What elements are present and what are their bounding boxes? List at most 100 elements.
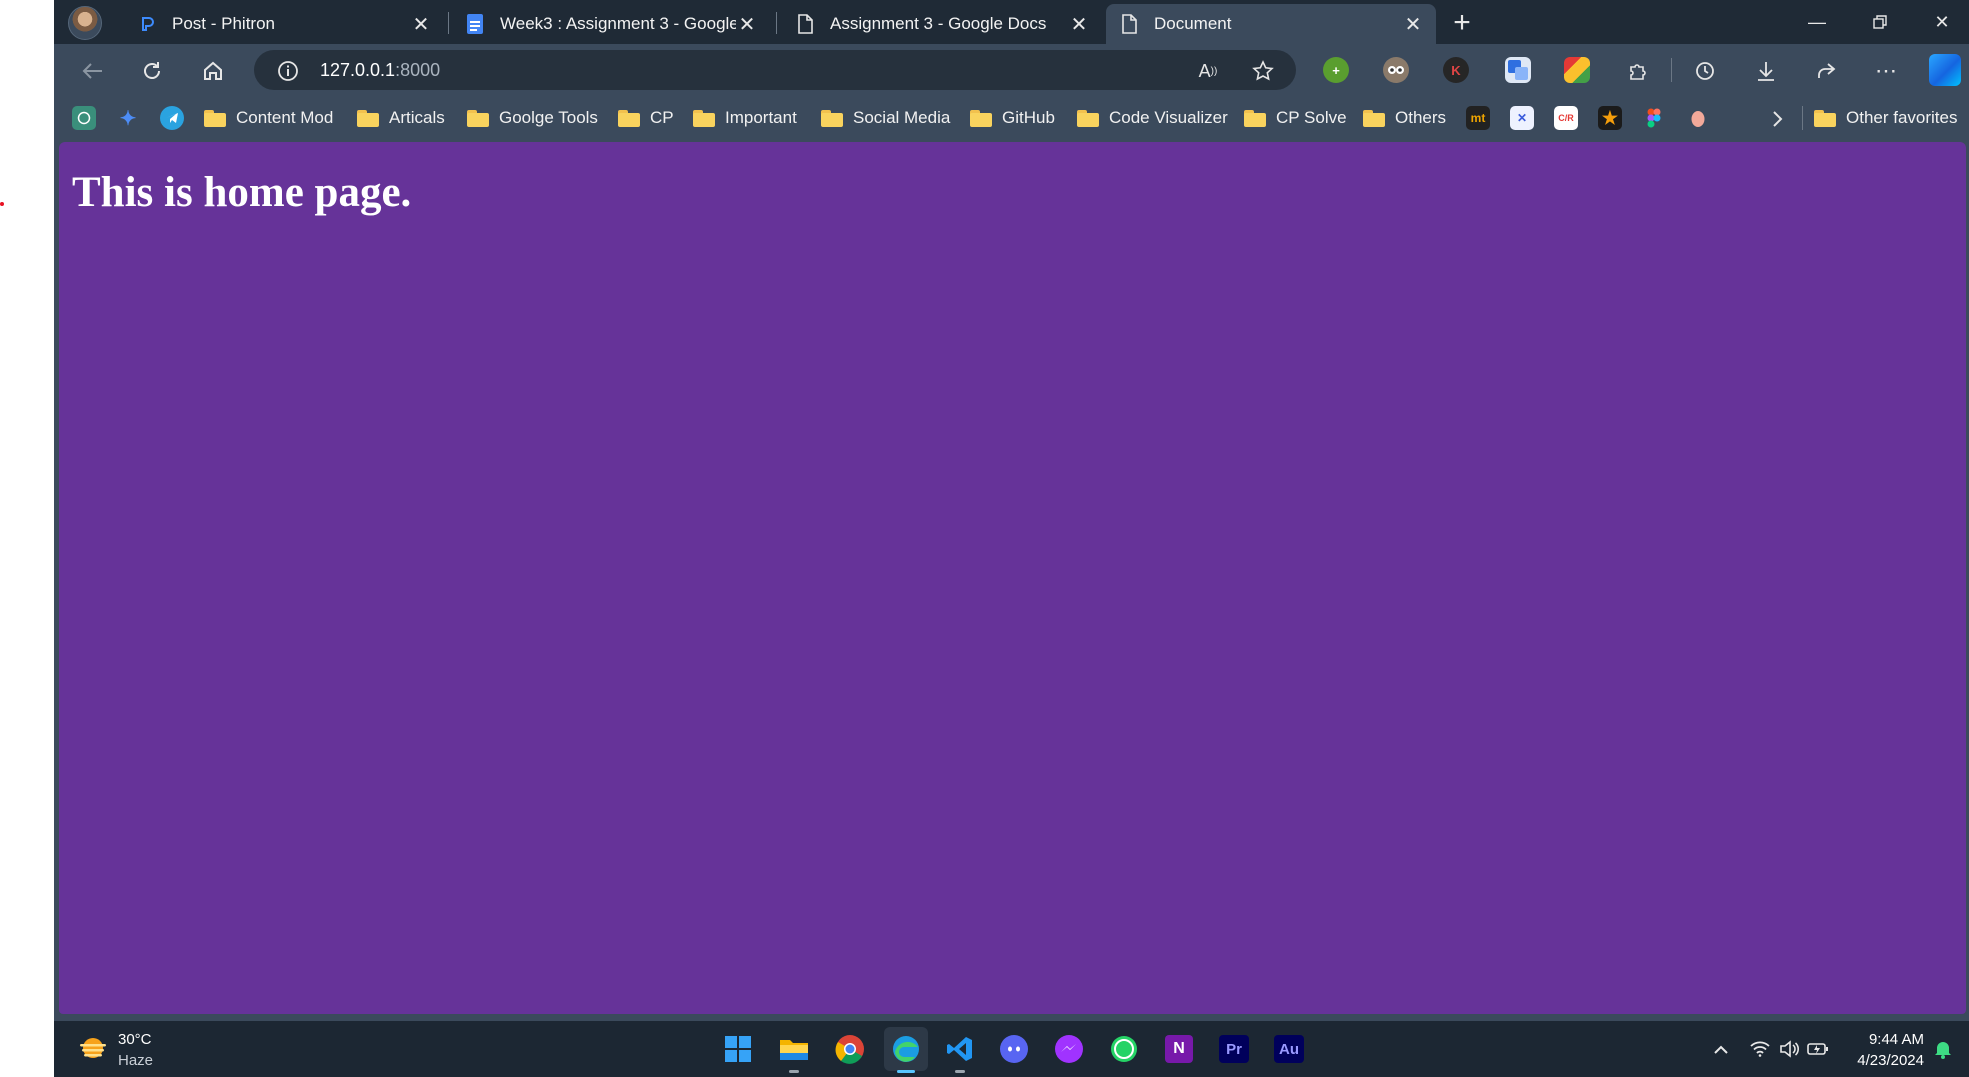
folder-icon: [1077, 109, 1099, 127]
profile-avatar[interactable]: [68, 6, 102, 40]
downloads-icon[interactable]: [1751, 56, 1781, 86]
extension-colorful-icon[interactable]: [1564, 57, 1590, 83]
bookmark-label: Code Visualizer: [1109, 108, 1228, 127]
chevron-right-icon[interactable]: [1762, 104, 1792, 134]
onenote-icon[interactable]: N: [1161, 1031, 1197, 1067]
bookmark-egg-icon[interactable]: [1686, 106, 1710, 130]
figma-icon[interactable]: [1642, 106, 1666, 130]
bookmark-folder[interactable]: Articals: [357, 104, 445, 132]
document-icon: [1118, 13, 1140, 35]
discord-icon[interactable]: [996, 1031, 1032, 1067]
tab-document-active[interactable]: Document ✕: [1106, 4, 1436, 44]
telegram-icon[interactable]: [160, 106, 184, 130]
premiere-pro-icon[interactable]: Pr: [1216, 1031, 1252, 1067]
chrome-icon[interactable]: [832, 1031, 868, 1067]
bookmark-folder[interactable]: Content Mod: [204, 104, 333, 132]
bookmark-folder[interactable]: Others: [1363, 104, 1446, 132]
notification-bell-icon[interactable]: [1930, 1036, 1956, 1062]
folder-icon: [821, 109, 843, 127]
bookmark-star-icon[interactable]: ★: [1598, 106, 1622, 130]
history-icon[interactable]: [1690, 56, 1720, 86]
favorite-star-icon[interactable]: [1248, 56, 1278, 86]
bookmark-folder[interactable]: Important: [693, 104, 797, 132]
new-tab-plus-icon[interactable]: +: [1449, 8, 1475, 38]
folder-icon: [970, 109, 992, 127]
folder-icon: [467, 109, 489, 127]
running-indicator: [955, 1070, 965, 1073]
tab-week3-assignment[interactable]: Week3 : Assignment 3 - Google Docs ✕: [452, 4, 770, 44]
close-icon[interactable]: ✕: [736, 13, 758, 36]
minimize-icon[interactable]: —: [1802, 8, 1832, 36]
extension-plus-icon[interactable]: +: [1323, 57, 1349, 83]
weather-condition[interactable]: Haze: [118, 1052, 153, 1069]
more-menu-icon[interactable]: ⋯: [1871, 56, 1901, 86]
weather-temperature[interactable]: 30°C: [118, 1031, 152, 1048]
volume-icon[interactable]: [1776, 1036, 1802, 1062]
haze-weather-icon[interactable]: [78, 1036, 108, 1062]
bookmark-folder[interactable]: Social Media: [821, 104, 950, 132]
address-host: 127.0.0.1: [320, 60, 396, 80]
site-info-icon[interactable]: [273, 56, 303, 86]
home-icon[interactable]: [198, 56, 228, 86]
extension-translate-icon[interactable]: [1505, 57, 1531, 83]
bookmark-label: CP Solve: [1276, 108, 1347, 127]
whatsapp-icon[interactable]: [1106, 1031, 1142, 1067]
tab-title: Post - Phitron: [172, 14, 275, 33]
page-viewport: [59, 142, 1966, 1014]
folder-icon: [204, 109, 226, 127]
folder-icon: [1363, 109, 1385, 127]
page-heading: This is home page.: [72, 169, 412, 216]
bookmark-folder[interactable]: GitHub: [970, 104, 1055, 132]
tab-title: Assignment 3 - Google Docs: [830, 14, 1047, 33]
windows-start-icon[interactable]: [720, 1031, 756, 1067]
premiere-label: Pr: [1219, 1035, 1249, 1063]
bookmark-cr-icon[interactable]: C/R: [1554, 106, 1578, 130]
bookmark-label: Other favorites: [1846, 108, 1958, 127]
extensions-puzzle-icon[interactable]: [1623, 56, 1653, 86]
folder-icon: [693, 109, 715, 127]
address-url[interactable]: 127.0.0.1:8000: [320, 60, 440, 81]
other-favorites-folder[interactable]: Other favorites: [1814, 104, 1958, 132]
folder-icon: [1244, 109, 1266, 127]
close-icon[interactable]: ✕: [410, 13, 432, 36]
active-indicator: [897, 1070, 915, 1073]
tab-assignment3-docs[interactable]: Assignment 3 - Google Docs ✕: [782, 4, 1102, 44]
bookmark-folder[interactable]: CP: [618, 104, 674, 132]
wifi-icon[interactable]: [1747, 1036, 1773, 1062]
close-icon[interactable]: ✕: [1068, 13, 1090, 36]
chevron-up-icon[interactable]: [1708, 1036, 1734, 1062]
clock-time[interactable]: 9:44 AM: [1848, 1031, 1924, 1048]
phitron-icon: [136, 13, 158, 35]
back-arrow-icon[interactable]: [77, 56, 107, 86]
edge-icon[interactable]: [884, 1027, 928, 1071]
copilot-icon[interactable]: [1929, 54, 1961, 86]
tab-post-phitron[interactable]: Post - Phitron ✕: [124, 4, 444, 44]
share-icon[interactable]: [1811, 56, 1841, 86]
bookmark-mt-icon[interactable]: mt: [1466, 106, 1490, 130]
google-docs-icon: [464, 13, 486, 35]
audition-icon[interactable]: Au: [1271, 1031, 1307, 1067]
bookmark-label: Important: [725, 108, 797, 127]
refresh-icon[interactable]: [137, 56, 167, 86]
chatgpt-icon[interactable]: [72, 106, 96, 130]
restore-icon[interactable]: [1865, 8, 1895, 36]
document-icon: [794, 13, 816, 35]
file-explorer-icon[interactable]: [776, 1031, 812, 1067]
bookmark-x-tool-icon[interactable]: ✕: [1510, 106, 1534, 130]
address-port: :8000: [395, 60, 441, 80]
close-icon[interactable]: ✕: [1402, 13, 1424, 36]
clock-date[interactable]: 4/23/2024: [1840, 1052, 1924, 1069]
bookmark-folder[interactable]: Code Visualizer: [1077, 104, 1228, 132]
folder-icon: [357, 109, 379, 127]
extension-owl-icon[interactable]: [1383, 57, 1409, 83]
audition-label: Au: [1274, 1035, 1304, 1063]
messenger-icon[interactable]: [1051, 1031, 1087, 1067]
bookmark-folder[interactable]: Goolge Tools: [467, 104, 598, 132]
bookmark-folder[interactable]: CP Solve: [1244, 104, 1347, 132]
gemini-sparkle-icon[interactable]: ✦: [116, 106, 140, 130]
vscode-icon[interactable]: [942, 1031, 978, 1067]
window-close-icon[interactable]: ✕: [1927, 8, 1957, 36]
read-aloud-icon[interactable]: A)): [1193, 56, 1223, 86]
extension-k-icon[interactable]: K: [1443, 57, 1469, 83]
battery-icon[interactable]: [1805, 1036, 1831, 1062]
